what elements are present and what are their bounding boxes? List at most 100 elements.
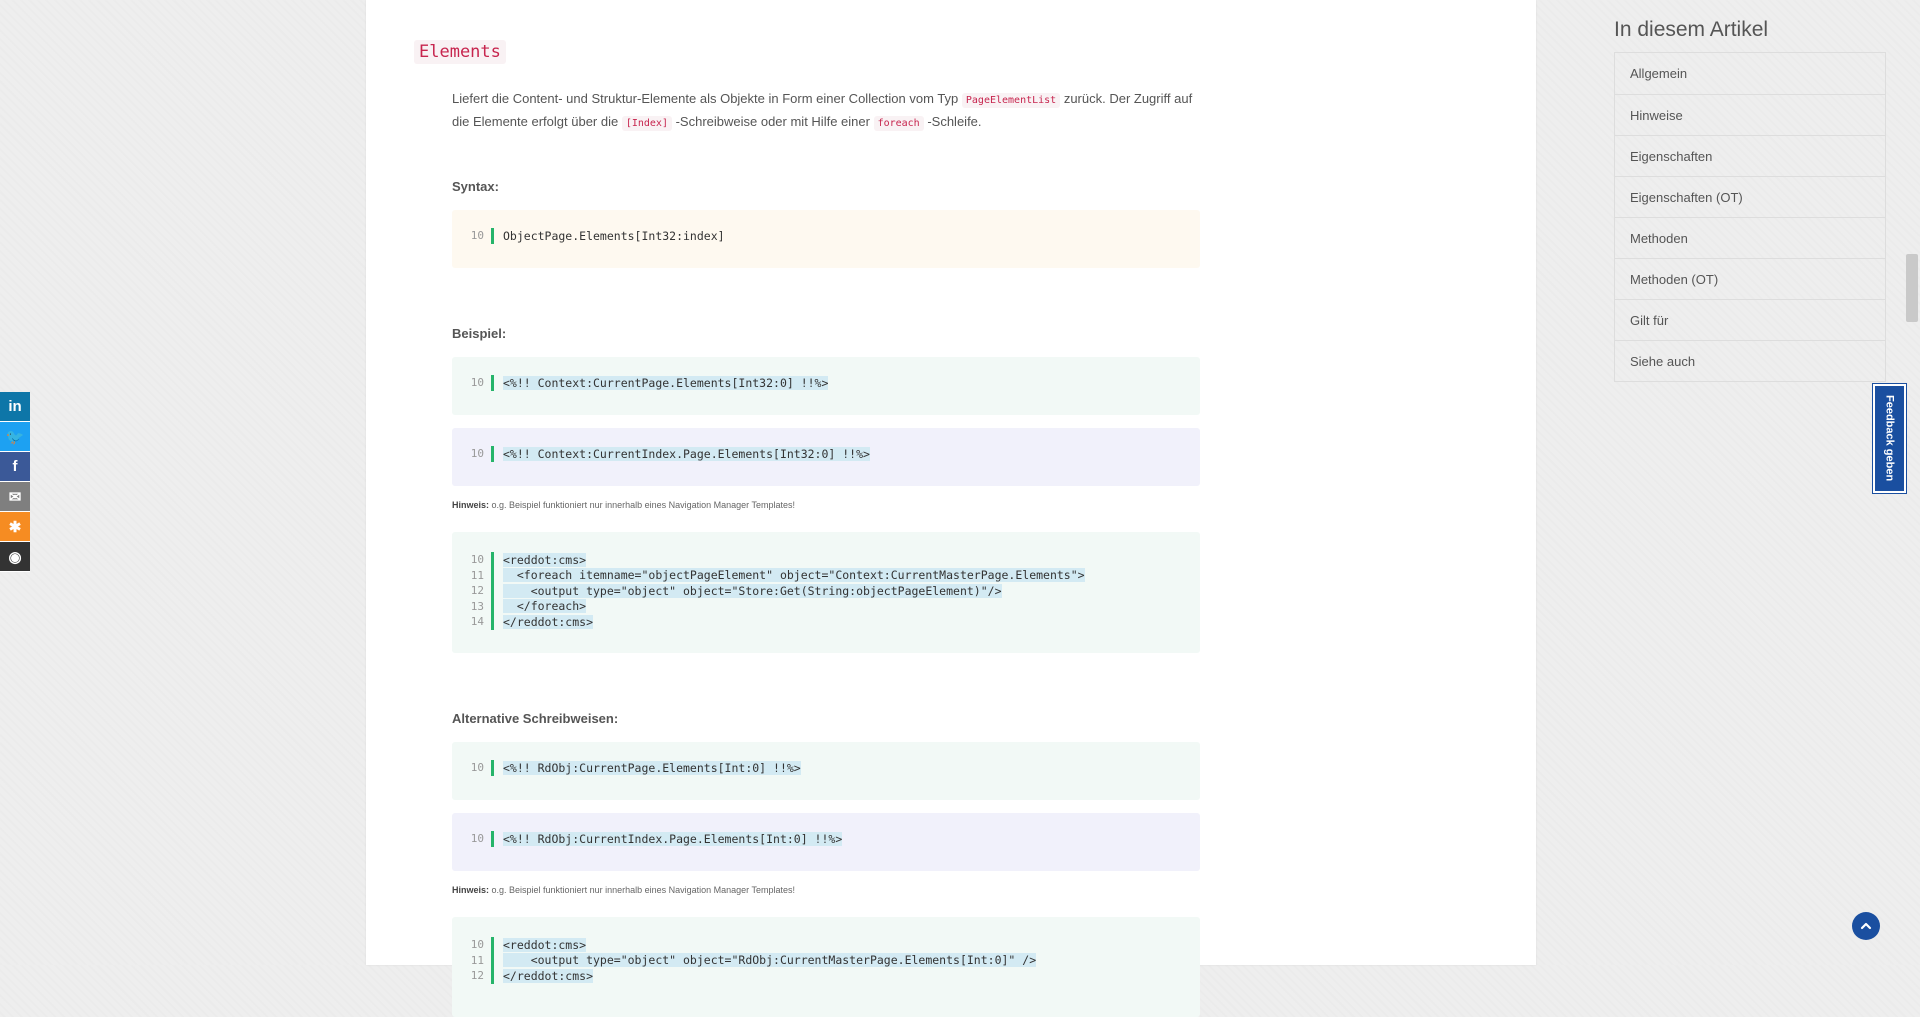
code-gutter-bar — [491, 760, 494, 776]
toc-item[interactable]: Eigenschaften (OT) — [1615, 176, 1885, 217]
code-line: 10 ObjectPage.Elements[Int32:index] — [466, 228, 1186, 244]
inline-code: [Index] — [621, 116, 672, 131]
code-text: <reddot:cms> — [503, 552, 587, 567]
toc-item[interactable]: Siehe auch — [1615, 340, 1885, 381]
linkedin-icon[interactable]: in — [0, 392, 30, 422]
code-block: 10 <%!! Context:CurrentPage.Elements[Int3… — [452, 357, 1200, 415]
code-gutter-bar — [491, 937, 494, 953]
toc-item[interactable]: Methoden — [1615, 217, 1885, 258]
code-gutter-bar — [491, 952, 494, 968]
syntax-label: Syntax: — [452, 179, 499, 194]
email-icon[interactable]: ✉ — [0, 482, 30, 512]
share-icon[interactable]: ✱ — [0, 512, 30, 542]
code-block: 10 ObjectPage.Elements[Int32:index] — [452, 210, 1200, 268]
code-line: 12 <output type="object" object="Store:G… — [466, 583, 1186, 599]
code-block: 10 <%!! RdObj:CurrentPage.Elements[Int:0]… — [452, 742, 1200, 800]
scrollbar[interactable] — [1904, 0, 1920, 965]
line-number: 10 — [470, 376, 484, 390]
code-line: 11 <foreach itemname="objectPageElement"… — [466, 567, 1186, 583]
section-title: Elements — [414, 40, 506, 64]
inline-code: foreach — [873, 116, 924, 131]
code-text: <output type="object" object="Store:Get(… — [503, 583, 1002, 598]
feedback-label: Feedback geben — [1883, 395, 1896, 482]
code-text: </reddot:cms> — [503, 968, 594, 983]
toc-item[interactable]: Methoden (OT) — [1615, 258, 1885, 299]
code-gutter-bar — [491, 968, 494, 984]
code-block: 10 <reddot:cms> 11 <output type="object" o… — [452, 917, 1200, 1017]
code-line: 11 <output type="object" object="RdObj:C… — [466, 952, 1186, 968]
code-gutter-bar — [491, 552, 494, 568]
code-gutter-bar — [491, 583, 494, 599]
line-number: 10 — [470, 938, 484, 952]
code-gutter-bar — [491, 446, 494, 462]
code-text: </foreach> — [503, 599, 587, 614]
code-text: ObjectPage.Elements[Int32:index] — [503, 228, 725, 243]
line-number: 11 — [470, 568, 484, 582]
code-text: <foreach itemname="objectPageElement" ob… — [503, 568, 1085, 583]
code-text: <reddot:cms> — [503, 937, 587, 952]
toc-item[interactable]: Hinweise — [1615, 94, 1885, 135]
line-number: 10 — [470, 553, 484, 567]
facebook-icon[interactable]: f — [0, 452, 30, 482]
desc-text: -Schleife. — [923, 114, 982, 129]
hint: Hinweis: o.g. Beispiel funktioniert nur … — [452, 885, 1200, 895]
line-number: 10 — [470, 761, 484, 775]
line-number: 10 — [470, 447, 484, 461]
toc-title: In diesem Artikel — [1614, 18, 1769, 41]
line-number: 10 — [470, 229, 484, 243]
inline-code: PageElementList — [961, 93, 1061, 108]
code-line: 12 </reddot:cms> — [466, 968, 1186, 984]
code-gutter-bar — [491, 567, 494, 583]
code-gutter-bar — [491, 228, 494, 244]
code-line: 10 <%!! Context:CurrentIndex.Page.Element… — [466, 446, 1186, 462]
line-number: 12 — [470, 584, 484, 598]
code-line: 13 </foreach> — [466, 598, 1186, 614]
code-line: 10 <%!! RdObj:CurrentPage.Elements[Int:0]… — [466, 760, 1186, 776]
hint-label: Hinweis: — [452, 500, 490, 510]
code-text: <%!! RdObj:CurrentIndex.Page.Elements[In… — [503, 831, 843, 846]
hint-text: o.g. Beispiel funktioniert nur innerhalb… — [489, 885, 796, 895]
description: Liefert die Content- und Struktur-Elemen… — [452, 88, 1200, 134]
desc-text: Liefert die Content- und Struktur-Elemen… — [452, 91, 962, 106]
code-gutter-bar — [491, 831, 494, 847]
beispiel-label: Beispiel: — [452, 326, 507, 341]
hint: Hinweis: o.g. Beispiel funktioniert nur … — [452, 500, 1200, 510]
feedback-button[interactable]: Feedback geben — [1873, 384, 1906, 493]
social-share-bar: in 🐦 f ✉ ✱ ◉ — [0, 392, 30, 572]
toc-list: Allgemein Hinweise Eigenschaften Eigenschaf… — [1614, 52, 1886, 382]
line-number: 10 — [470, 832, 484, 846]
code-gutter-bar — [491, 614, 494, 630]
code-text: <%!! Context:CurrentPage.Elements[Int32:… — [503, 375, 829, 390]
code-line: 14 </reddot:cms> — [466, 614, 1186, 630]
code-text: <output type="object" object="RdObj:Curr… — [503, 953, 1037, 968]
code-line: 10 <reddot:cms> — [466, 552, 1186, 568]
github-icon[interactable]: ◉ — [0, 542, 30, 572]
toc-item[interactable]: Gilt für — [1615, 299, 1885, 340]
code-block: 10 <%!! Context:CurrentIndex.Page.Element… — [452, 428, 1200, 486]
toc-item[interactable]: Allgemein — [1615, 53, 1885, 94]
alternative-label: Alternative Schreibweisen: — [452, 711, 619, 726]
line-number: 14 — [470, 615, 484, 629]
code-line: 10 <%!! RdObj:CurrentIndex.Page.Elements[… — [466, 831, 1186, 847]
code-line: 10 <reddot:cms> — [466, 937, 1186, 953]
table-of-contents: In diesem Artikel Allgemein Hinweise Eigen… — [1614, 18, 1886, 382]
code-text: <%!! RdObj:CurrentPage.Elements[Int:0] !… — [503, 760, 801, 775]
line-number: 12 — [470, 969, 484, 983]
article-page: Elements Liefert die Content- und Strukt… — [366, 0, 1886, 1017]
code-gutter-bar — [491, 375, 494, 391]
scrollbar-thumb[interactable] — [1906, 254, 1918, 322]
code-block: 10 <reddot:cms> 11 <foreach itemname="obje… — [452, 532, 1200, 653]
hint-label: Hinweis: — [452, 885, 490, 895]
code-text: <%!! Context:CurrentIndex.Page.Elements[… — [503, 446, 870, 461]
article-content: Liefert die Content- und Struktur-Elemen… — [452, 88, 1200, 1017]
code-gutter-bar — [491, 598, 494, 614]
toc-item[interactable]: Eigenschaften — [1615, 135, 1885, 176]
chevron-up-icon — [1860, 922, 1872, 930]
twitter-icon[interactable]: 🐦 — [0, 422, 30, 452]
code-line: 10 <%!! Context:CurrentPage.Elements[Int3… — [466, 375, 1186, 391]
scroll-to-top-button[interactable] — [1852, 912, 1880, 940]
code-block: 10 <%!! RdObj:CurrentIndex.Page.Elements[… — [452, 813, 1200, 871]
line-number: 13 — [470, 599, 484, 613]
code-text: </reddot:cms> — [503, 614, 594, 629]
hint-text: o.g. Beispiel funktioniert nur innerhalb… — [489, 500, 796, 510]
